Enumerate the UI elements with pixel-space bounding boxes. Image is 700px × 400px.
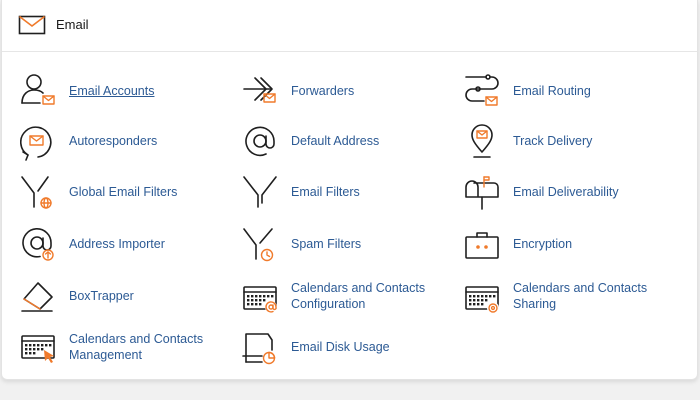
funnel-clock-icon: [243, 228, 274, 262]
item-label: Email Routing: [513, 84, 591, 98]
email-panel-header[interactable]: Email: [2, 0, 697, 52]
user-mail-icon: [21, 74, 55, 105]
at-import-icon: [22, 228, 54, 261]
item-label: Forwarders: [291, 84, 355, 98]
mailbox-icon: [465, 176, 499, 210]
item-label: Email Deliverability: [513, 185, 619, 199]
item-label: Calendars and Contacts Management: [69, 332, 204, 362]
at-sign-icon: [245, 126, 275, 157]
item-label: Global Email Filters: [69, 185, 178, 199]
item-label: Spam Filters: [291, 237, 362, 251]
item-label: Default Address: [291, 134, 380, 148]
box-trap-icon: [21, 282, 53, 312]
email-panel: Email Email Accounts Forwarders Email Ro…: [1, 0, 698, 380]
briefcase-lock-icon: [465, 232, 499, 259]
item-label: Encryption: [513, 237, 573, 251]
item-label: Email Disk Usage: [291, 340, 390, 354]
forward-arrows-icon: [243, 77, 276, 103]
item-label: Autoresponders: [69, 134, 158, 148]
routing-icon: [465, 74, 499, 106]
item-label: Calendars and Contacts Configuration: [291, 281, 426, 311]
calendar-cursor-icon: [21, 335, 55, 363]
autoresponder-icon: [20, 126, 52, 161]
funnel-icon: [243, 176, 277, 208]
item-label: Address Importer: [69, 237, 165, 251]
item-label: BoxTrapper: [69, 289, 134, 303]
envelope-icon: [18, 15, 46, 35]
item-label: Email Accounts: [69, 84, 155, 98]
calendar-gear-icon: [465, 286, 499, 314]
location-pin-icon: [471, 124, 493, 158]
section-title: Email: [56, 17, 89, 32]
item-label: Email Filters: [291, 185, 360, 199]
item-label: Track Delivery: [513, 134, 593, 148]
funnel-globe-icon: [21, 176, 52, 209]
item-label: Calendars and Contacts Sharing: [513, 281, 648, 311]
disk-usage-icon: [242, 333, 276, 365]
calendar-at-icon: [243, 286, 277, 313]
